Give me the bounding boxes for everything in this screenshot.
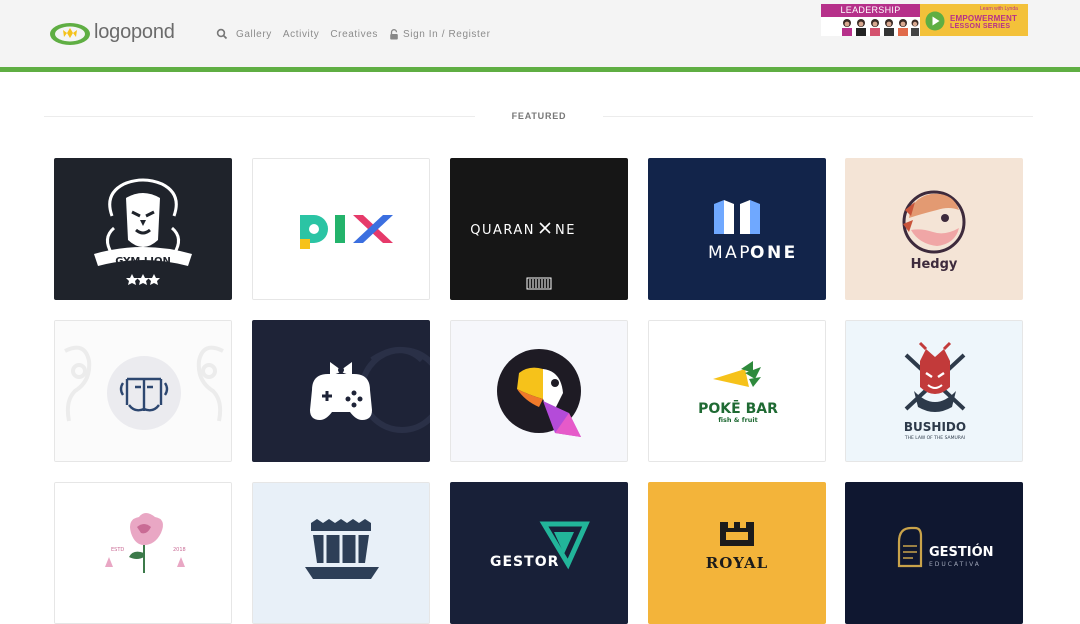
mapone-text-map: MAP — [708, 243, 752, 263]
logo-tile-poke-bar[interactable]: POKĒ BAR fish & fruit — [648, 320, 826, 462]
gestion-wordmark: GESTIÓN — [929, 544, 994, 560]
ad-brand: Learn with Lynda — [980, 6, 1018, 12]
mapone-logo-icon: MAP ONE — [648, 158, 826, 300]
rose-logo-icon: ESTD 2018 — [55, 483, 231, 623]
logo-tile-twin-faces[interactable] — [54, 320, 232, 462]
pix-logo-icon — [253, 159, 429, 299]
twin-faces-logo-icon — [55, 321, 231, 461]
logo-tile-bushido[interactable]: BUSHIDO THE LAW OF THE SAMURAI — [845, 320, 1023, 462]
bushido-wordmark: BUSHIDO — [904, 420, 966, 434]
logo-tile-gestion[interactable]: GESTIÓN EDUCATIVA — [845, 482, 1023, 624]
quarantine-logo-icon: QUARAN NE — [450, 158, 628, 300]
quarantine-text-left: QUARAN — [470, 223, 535, 238]
rose-estd-label: ESTD — [111, 547, 124, 553]
poke-bar-logo-icon: POKĒ BAR fish & fruit — [649, 321, 825, 461]
nav-signin-register[interactable]: Sign In / Register — [403, 29, 491, 40]
logo-tile-royal[interactable]: ROYAL — [648, 482, 826, 624]
gestor-logo-icon: GESTOR — [450, 482, 628, 624]
divider-right — [603, 116, 1033, 117]
nav-activity[interactable]: Activity — [283, 29, 319, 40]
logo-tile-quarantine[interactable]: QUARAN NE — [450, 158, 628, 300]
hedgy-logo-icon: Hedgy — [845, 158, 1023, 300]
poke-bar-wordmark: POKĒ BAR — [698, 399, 778, 417]
royal-wordmark: ROYAL — [706, 554, 768, 572]
logo-tile-mapone[interactable]: MAP ONE — [648, 158, 826, 300]
logo-tile-game-controller[interactable] — [252, 320, 430, 462]
lock-icon — [390, 28, 398, 39]
nav-creatives[interactable]: Creatives — [330, 29, 378, 40]
quarantine-text-right: NE — [555, 223, 576, 238]
ad-right-panel: Learn with Lynda EMPOWERMENT LESSON SERI… — [920, 4, 1028, 36]
viking-ship-logo-icon — [253, 483, 429, 623]
ad-line1: EMPOWERMENT — [950, 14, 1018, 23]
bushido-logo-icon: BUSHIDO THE LAW OF THE SAMURAI — [846, 321, 1022, 461]
ad-left-panel: LEADERSHIP — [821, 4, 920, 36]
ad-line2: LESSON SERIES — [950, 23, 1011, 30]
logo-tile-gestor[interactable]: GESTOR — [450, 482, 628, 624]
main-nav: Gallery Activity Creatives Sign In / Reg… — [216, 28, 502, 40]
game-controller-logo-icon — [252, 320, 430, 462]
gestion-logo-icon: GESTIÓN EDUCATIVA — [845, 482, 1023, 624]
site-header: logopond Gallery Activity Creatives Sign… — [0, 0, 1080, 67]
logo-tile-rose[interactable]: ESTD 2018 — [54, 482, 232, 624]
bushido-tagline: THE LAW OF THE SAMURAI — [904, 435, 965, 441]
gestor-wordmark: GESTOR — [490, 554, 559, 570]
ad-banner[interactable]: LEADERSHIP Learn with Lynda EMPOWERMENT … — [821, 4, 1028, 36]
ad-people-image — [842, 19, 919, 36]
lotus-logo-icon — [50, 23, 90, 45]
logo[interactable]: logopond — [48, 18, 175, 48]
header-accent-bar — [0, 67, 1080, 72]
poke-bar-tagline: fish & fruit — [718, 416, 758, 424]
hedgy-wordmark: Hedgy — [911, 257, 958, 272]
logo-tile-gym-lion[interactable]: GYM LION — [54, 158, 232, 300]
gym-lion-logo-icon: GYM LION — [54, 158, 232, 300]
logo-text: logopond — [94, 21, 175, 43]
gym-lion-wordmark: GYM LION — [115, 256, 171, 267]
logo-tile-toucan[interactable] — [450, 320, 628, 462]
logo-tile-viking-ship[interactable] — [252, 482, 430, 624]
logo-tile-pix[interactable] — [252, 158, 430, 300]
ad-title: LEADERSHIP — [821, 4, 920, 17]
royal-logo-icon: ROYAL — [648, 482, 826, 624]
logo-tile-hedgy[interactable]: Hedgy — [845, 158, 1023, 300]
rose-year-label: 2018 — [173, 547, 186, 553]
play-icon — [925, 11, 945, 31]
mapone-text-one: ONE — [750, 243, 798, 263]
featured-heading: FEATURED — [511, 111, 567, 121]
toucan-logo-icon — [451, 321, 627, 461]
divider-left — [44, 116, 475, 117]
nav-gallery[interactable]: Gallery — [236, 29, 272, 40]
search-icon[interactable] — [216, 28, 228, 40]
